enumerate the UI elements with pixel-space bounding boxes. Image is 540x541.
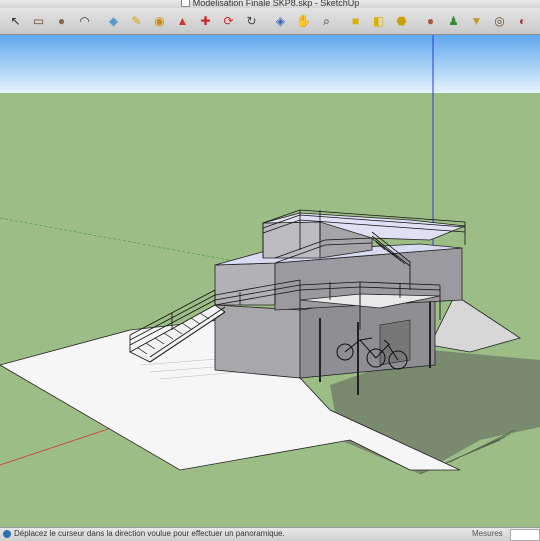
move-tool-icon[interactable]: ✚ [198,14,213,29]
look-around-icon[interactable]: ◎ [492,14,507,29]
measurements-input[interactable] [510,529,540,541]
tape-measure-icon[interactable]: ✎ [129,14,144,29]
arc-tool-icon[interactable]: ◠ [77,14,92,29]
rectangle-tool-icon[interactable]: ▭ [31,14,46,29]
status-message: Déplacez le curseur dans la direction vo… [14,529,285,538]
toolbar: ↖ ▭ ● ◠ ◆ ✎ ◉ ▲ ✚ ⟳ ↻ ◈ ✋ ⌕ ■ ◧ ⬣ ● ♟ ▼ ◎ ◐ [0,8,540,35]
select-tool-icon[interactable]: ↖ [8,14,23,29]
sky [0,35,540,93]
eraser-tool-icon[interactable]: ◆ [106,14,121,29]
walk-icon[interactable]: ♟ [446,14,461,29]
section-plane-icon[interactable]: ◐ [515,14,530,29]
window-title: Modelisation Finale SKP8.skp - SketchUp [192,0,360,8]
lower-block-front [214,304,301,379]
title-bar: Modelisation Finale SKP8.skp - SketchUp [0,0,540,8]
window-title-wrap: Modelisation Finale SKP8.skp - SketchUp [0,0,540,8]
document-icon [180,0,190,7]
paint-bucket-icon[interactable]: ◉ [152,14,167,29]
top-block-front [262,221,321,259]
component-icon[interactable]: ■ [348,14,363,29]
pan-tool-icon[interactable]: ✋ [296,14,311,29]
status-bar: Déplacez le curseur dans la direction vo… [0,527,540,541]
info-icon [3,530,11,538]
get-models-icon[interactable]: ⬣ [394,14,409,29]
warehouse-icon[interactable]: ◧ [371,14,386,29]
zoom-tool-icon[interactable]: ⌕ [319,14,334,29]
follow-me-icon[interactable]: ↻ [244,14,259,29]
orbit-tool-icon[interactable]: ◈ [273,14,288,29]
circle-tool-icon[interactable]: ● [54,14,69,29]
model-viewport[interactable] [0,35,540,527]
push-pull-icon[interactable]: ▲ [175,14,190,29]
user-icon[interactable]: ● [423,14,438,29]
rotate-tool-icon[interactable]: ⟳ [221,14,236,29]
measurements-label: Mesures [472,529,503,538]
position-camera-icon[interactable]: ▼ [469,14,484,29]
